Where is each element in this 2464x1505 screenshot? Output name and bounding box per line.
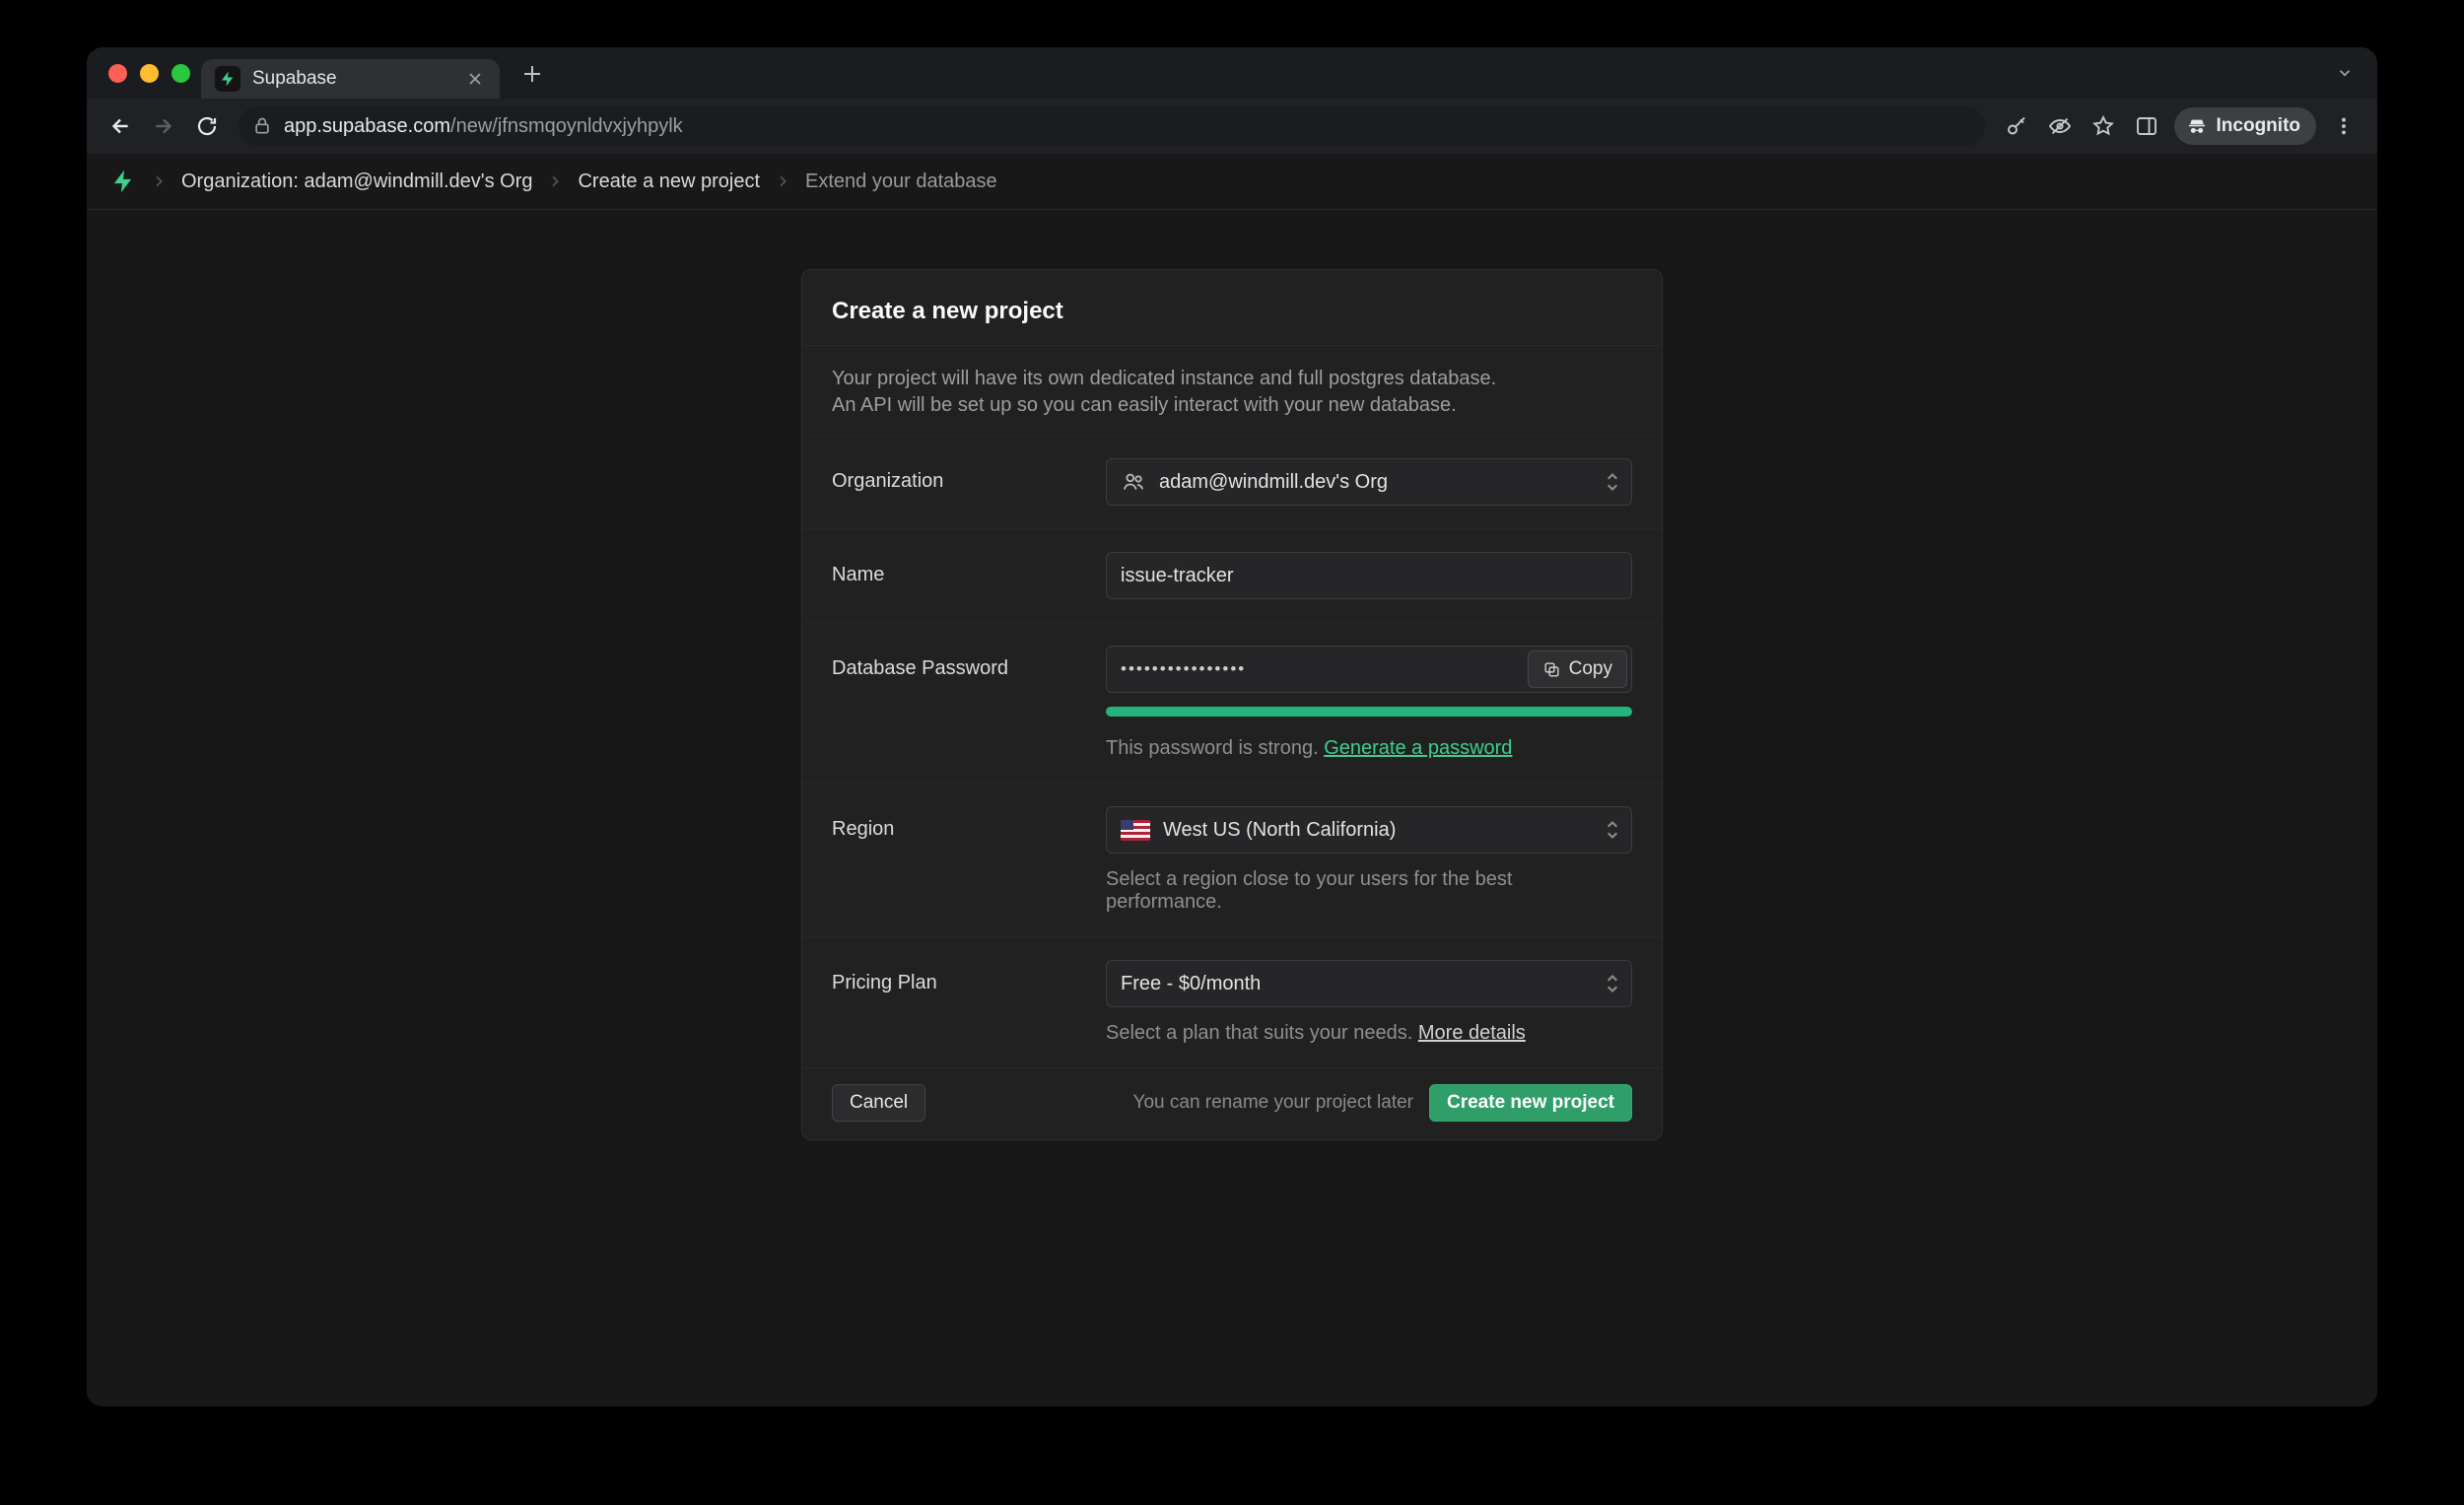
address-bar[interactable]: app.supabase.com/new/jfnsmqoynldvxjyhpyl… — [239, 106, 1985, 146]
secure-lock-icon[interactable] — [252, 116, 272, 136]
new-tab-button[interactable] — [514, 56, 550, 92]
password-label: Database Password — [832, 646, 1106, 760]
organization-people-icon — [1121, 469, 1146, 495]
pricing-plan-helper-text: Select a plan that suits your needs. — [1106, 1022, 1412, 1044]
password-strength-text: This password is strong. — [1106, 737, 1319, 759]
tab-title: Supabase — [252, 68, 450, 90]
browser-tab[interactable]: Supabase — [201, 59, 500, 99]
select-chevrons-icon — [1604, 970, 1621, 997]
pricing-plan-label: Pricing Plan — [832, 960, 1106, 1045]
breadcrumb-organization[interactable]: Organization: adam@windmill.dev's Org — [181, 171, 532, 193]
chevron-right-icon — [547, 173, 563, 189]
card-footer: Cancel You can rename your project later… — [802, 1067, 1662, 1139]
create-project-card: Create a new project Your project will h… — [801, 269, 1663, 1140]
back-button[interactable] — [99, 104, 142, 148]
password-key-icon[interactable] — [1995, 104, 2038, 148]
eye-off-icon[interactable] — [2038, 104, 2082, 148]
organization-label: Organization — [832, 458, 1106, 506]
name-label: Name — [832, 552, 1106, 599]
browser-toolbar: app.supabase.com/new/jfnsmqoynldvxjyhpyl… — [87, 99, 2377, 154]
fullscreen-window-button[interactable] — [171, 64, 190, 83]
name-row: Name — [802, 528, 1662, 622]
region-select[interactable]: West US (North California) — [1106, 806, 1632, 854]
more-details-link[interactable]: More details — [1418, 1022, 1526, 1044]
incognito-label: Incognito — [2217, 115, 2300, 137]
description-line-1: Your project will have its own dedicated… — [832, 366, 1632, 392]
tab-close-icon[interactable] — [462, 66, 488, 92]
copy-password-button[interactable]: Copy — [1528, 650, 1627, 688]
organization-value: adam@windmill.dev's Org — [1159, 471, 1388, 494]
url-path: /new/jfnsmqoynldvxjyhpylk — [450, 115, 683, 137]
forward-button[interactable] — [142, 104, 185, 148]
project-name-input[interactable] — [1106, 552, 1632, 599]
card-header: Create a new project — [802, 270, 1662, 345]
close-window-button[interactable] — [108, 64, 127, 83]
pricing-plan-select[interactable]: Free - $0/month — [1106, 960, 1632, 1007]
url-text: app.supabase.com/new/jfnsmqoynldvxjyhpyl… — [284, 115, 683, 138]
footer-note: You can rename your project later — [1133, 1092, 1413, 1114]
generate-password-link[interactable]: Generate a password — [1324, 737, 1512, 759]
page-content: Organization: adam@windmill.dev's Org Cr… — [87, 154, 2377, 1406]
chevron-right-icon — [151, 173, 167, 189]
reload-button[interactable] — [185, 104, 229, 148]
tab-list-chevron-icon[interactable] — [2328, 56, 2361, 90]
copy-icon — [1542, 660, 1561, 679]
select-chevrons-icon — [1604, 816, 1621, 844]
window-controls — [108, 64, 190, 83]
copy-label: Copy — [1569, 658, 1612, 680]
desktop: Supabase — [0, 0, 2464, 1505]
region-row: Region West US (North California) Select… — [802, 783, 1662, 936]
minimize-window-button[interactable] — [140, 64, 159, 83]
description-line-2: An API will be set up so you can easily … — [832, 392, 1632, 419]
organization-row: Organization adam@windmill.dev's Org — [802, 435, 1662, 528]
select-chevrons-icon — [1604, 468, 1621, 496]
pricing-plan-helper: Select a plan that suits your needs. Mor… — [1106, 1022, 1632, 1045]
password-row: Database Password Copy — [802, 622, 1662, 783]
browser-window: Supabase — [87, 47, 2377, 1406]
organization-select[interactable]: adam@windmill.dev's Org — [1106, 458, 1632, 506]
us-flag-icon — [1121, 820, 1150, 841]
cancel-button[interactable]: Cancel — [832, 1084, 925, 1122]
chevron-right-icon — [775, 173, 790, 189]
supabase-favicon-icon — [215, 66, 240, 92]
supabase-logo-icon[interactable] — [110, 169, 136, 194]
region-helper: Select a region close to your users for … — [1106, 868, 1632, 914]
password-strength-bar — [1106, 707, 1632, 717]
side-panel-icon[interactable] — [2125, 104, 2168, 148]
incognito-badge[interactable]: Incognito — [2174, 107, 2316, 145]
breadcrumb-create-project[interactable]: Create a new project — [578, 171, 760, 193]
pricing-plan-row: Pricing Plan Free - $0/month Select a pl… — [802, 936, 1662, 1067]
region-label: Region — [832, 806, 1106, 914]
bookmark-star-icon[interactable] — [2082, 104, 2125, 148]
url-host: app.supabase.com — [284, 115, 450, 137]
card-title: Create a new project — [832, 298, 1632, 325]
create-new-project-button[interactable]: Create new project — [1429, 1084, 1632, 1122]
incognito-icon — [2186, 115, 2208, 137]
region-value: West US (North California) — [1163, 819, 1396, 842]
breadcrumb: Organization: adam@windmill.dev's Org Cr… — [87, 154, 2377, 210]
card-description: Your project will have its own dedicated… — [802, 345, 1662, 435]
pricing-plan-value: Free - $0/month — [1121, 973, 1261, 995]
tab-strip: Supabase — [87, 47, 2377, 99]
password-helper: This password is strong. Generate a pass… — [1106, 737, 1632, 760]
breadcrumb-extend-database: Extend your database — [805, 171, 997, 193]
browser-menu-icon[interactable] — [2322, 104, 2365, 148]
